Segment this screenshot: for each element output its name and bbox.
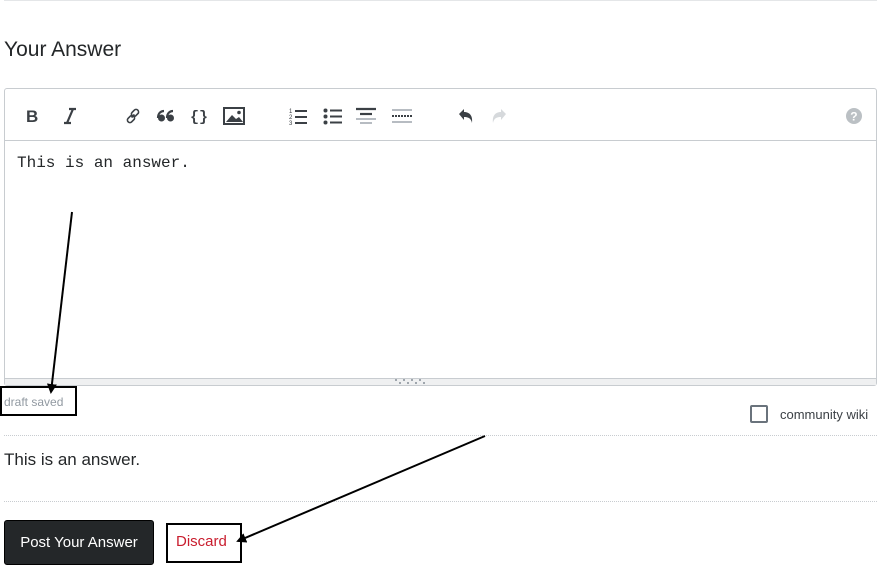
code-braces-icon: {} xyxy=(190,109,208,125)
undo-icon xyxy=(459,109,473,123)
community-wiki-label: community wiki xyxy=(780,406,869,422)
arrow-to-discard xyxy=(236,435,486,543)
unordered-list-button[interactable] xyxy=(320,103,346,129)
resize-grip[interactable] xyxy=(5,378,876,385)
italic-button[interactable] xyxy=(57,103,83,129)
horizontal-rule-icon xyxy=(392,109,412,123)
preview-bottom-divider xyxy=(4,501,877,502)
community-wiki-checkbox[interactable] xyxy=(750,405,768,423)
ordered-list-button[interactable]: 123 xyxy=(286,103,312,129)
quote-icon xyxy=(156,109,174,122)
bold-button[interactable]: B xyxy=(19,103,45,129)
link-icon xyxy=(126,108,140,124)
post-answer-button[interactable]: Post Your Answer xyxy=(4,520,154,565)
image-icon xyxy=(223,107,245,125)
editor-toolbar: B {} 123 ? xyxy=(5,89,876,141)
community-wiki-option[interactable]: community wiki xyxy=(750,405,868,423)
horizontal-rule-button[interactable] xyxy=(389,103,415,129)
draft-status: draft saved xyxy=(4,395,64,409)
redo-icon xyxy=(492,109,506,123)
heading-button[interactable] xyxy=(353,103,379,129)
redo-button[interactable] xyxy=(486,103,512,129)
code-button[interactable]: {} xyxy=(186,103,212,129)
markdown-editor: B {} 123 ? This is an answer. xyxy=(4,88,877,386)
answer-preview: This is an answer. xyxy=(4,450,141,469)
link-button[interactable] xyxy=(120,103,146,129)
image-button[interactable] xyxy=(221,103,247,129)
grip-dots-icon xyxy=(395,379,425,384)
bold-icon: B xyxy=(26,107,38,125)
discard-link[interactable]: Discard xyxy=(176,533,227,550)
answer-textarea[interactable]: This is an answer. xyxy=(5,141,876,380)
numbered-list-icon: 123 xyxy=(289,109,307,125)
top-divider xyxy=(4,0,877,1)
svg-text:3: 3 xyxy=(289,121,293,125)
heading-icon xyxy=(356,107,376,124)
bulleted-list-icon xyxy=(323,108,342,125)
svg-text:B: B xyxy=(26,107,38,125)
preview-top-divider xyxy=(4,435,877,436)
help-icon: ? xyxy=(846,108,862,124)
italic-icon xyxy=(64,107,76,125)
help-button[interactable]: ? xyxy=(841,103,867,129)
page-title: Your Answer xyxy=(4,38,122,61)
blockquote-button[interactable] xyxy=(153,103,179,129)
svg-text:{}: {} xyxy=(190,109,208,125)
undo-button[interactable] xyxy=(453,103,479,129)
svg-text:?: ? xyxy=(850,110,857,124)
